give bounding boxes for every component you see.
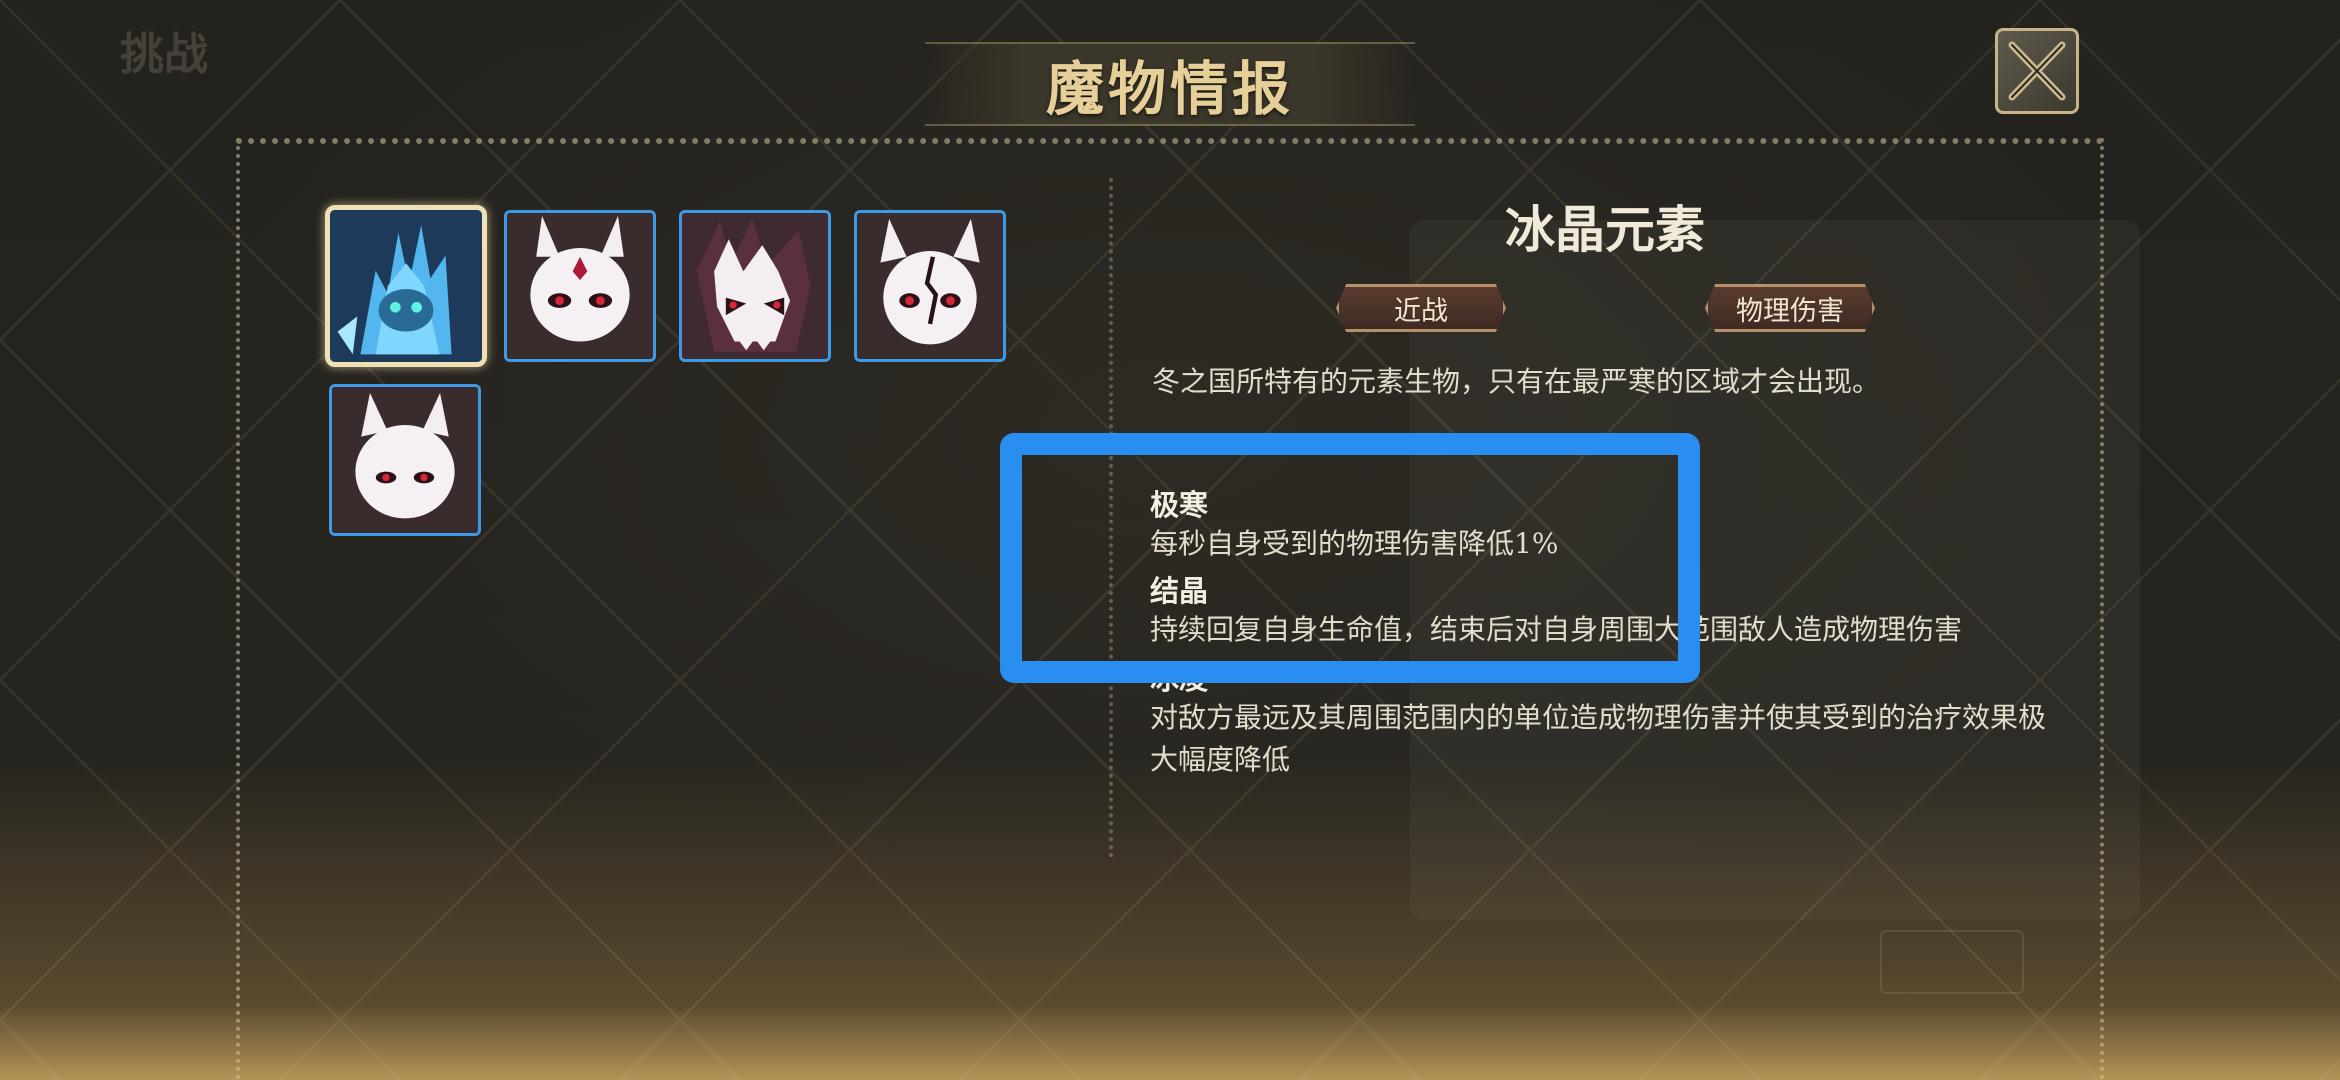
monster-name: 冰晶元素 [1505, 201, 1705, 259]
cracked-mask-portrait-icon [857, 213, 1003, 359]
jagged-mask-portrait-icon [682, 213, 828, 359]
close-button[interactable] [1995, 28, 2079, 114]
white-mask-portrait-icon [332, 387, 478, 533]
background-back-label: 挑战 [120, 29, 208, 80]
monster-slot-ice-crystal[interactable] [325, 205, 487, 367]
ice-crystal-portrait-icon [330, 210, 482, 362]
monster-slot-jagged-mask[interactable] [679, 210, 831, 362]
close-icon [2008, 41, 2066, 101]
tag-physical-damage: 物理伤害 [1705, 284, 1875, 332]
title-plate: 魔物情报 [925, 42, 1415, 126]
page-title: 魔物情报 [1045, 55, 1294, 123]
skill-3-desc: 对敌方最远及其周围范围内的单位造成物理伤害并使其受到的治疗效果极大幅度降低 [1150, 701, 2047, 776]
monster-slot-cracked-mask[interactable] [854, 210, 1006, 362]
monster-slot-white-mask-1[interactable] [504, 210, 656, 362]
monster-slot-white-mask-2[interactable] [329, 384, 481, 536]
tag-melee: 近战 [1336, 284, 1506, 332]
monster-description: 冬之国所特有的元素生物，只有在最严寒的区域才会出现。 [1152, 365, 1881, 398]
highlight-box [1000, 433, 1700, 683]
white-mask-portrait-icon [507, 213, 653, 359]
